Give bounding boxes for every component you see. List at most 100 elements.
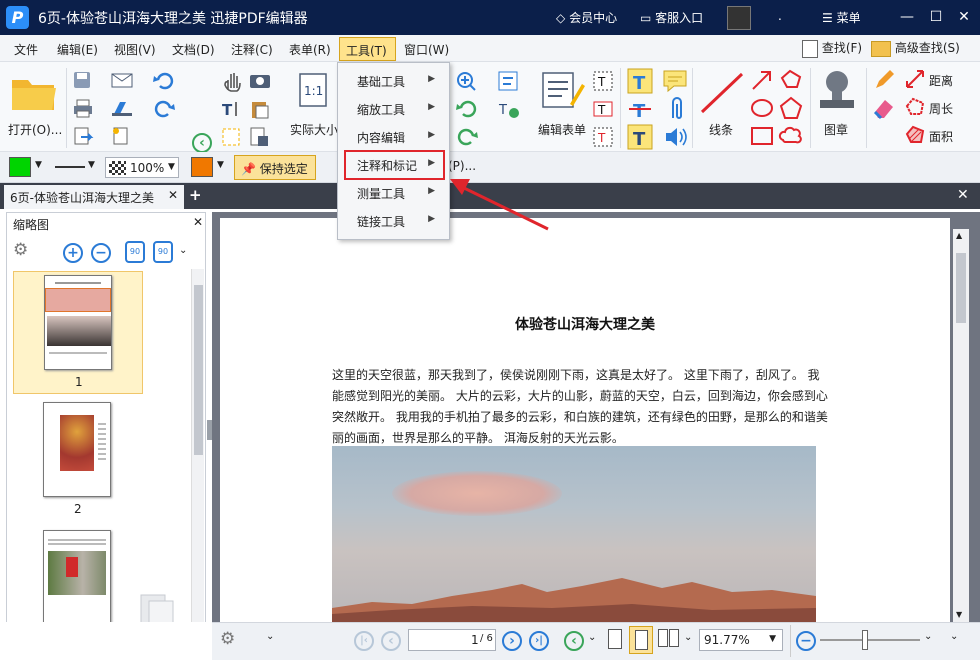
paste-icon[interactable]: [248, 98, 272, 120]
chevron-down-icon[interactable]: ⌄: [179, 245, 187, 256]
rotate-left-90-icon[interactable]: 90: [125, 241, 145, 263]
chevron-down-icon[interactable]: ⌄: [924, 631, 932, 642]
pencil-icon[interactable]: [872, 68, 896, 92]
customer-service-link[interactable]: ▭ 客服入口: [640, 9, 703, 26]
rotate-left-icon[interactable]: [455, 98, 479, 120]
continuous-page-button[interactable]: [629, 626, 653, 654]
dropdown-item-basic-tools[interactable]: 基础工具 ▶: [338, 67, 449, 95]
chevron-down-icon[interactable]: ⌄: [950, 631, 958, 642]
scrollbar-thumb[interactable]: [194, 285, 203, 455]
first-page-icon[interactable]: |‹: [354, 631, 374, 651]
form-add-icon[interactable]: T: [497, 98, 521, 120]
rotate-right-icon[interactable]: [455, 126, 479, 148]
thumbnail-page-1[interactable]: 1: [13, 271, 143, 394]
typewriter-icon[interactable]: T: [627, 68, 653, 94]
zoom-in-thumb-icon[interactable]: +: [63, 243, 83, 263]
form-field-icon[interactable]: [497, 70, 521, 92]
chevron-down-icon[interactable]: ⌄: [684, 632, 692, 643]
text-highlight-icon[interactable]: T: [627, 124, 653, 150]
cloud-tool-icon[interactable]: [778, 124, 804, 148]
scrollbar-thumb[interactable]: [956, 253, 966, 323]
zoom-out-thumb-icon[interactable]: −: [91, 243, 111, 263]
redo-icon[interactable]: [152, 98, 176, 118]
email-icon[interactable]: [110, 70, 134, 90]
minimize-button[interactable]: —: [896, 6, 918, 28]
menu-document[interactable]: 文档(D): [172, 41, 215, 58]
zoom-in-icon[interactable]: [455, 70, 479, 92]
scroll-up-icon[interactable]: ▲: [956, 231, 962, 240]
chevron-down-icon[interactable]: ⌄: [588, 632, 596, 643]
find-button[interactable]: 查找(F): [802, 39, 862, 58]
scan-icon[interactable]: [110, 98, 134, 118]
camera-icon[interactable]: [248, 70, 272, 90]
save-icon[interactable]: [72, 70, 92, 90]
zoom-slider-handle[interactable]: [862, 630, 868, 650]
stroke-color-swatch[interactable]: [191, 157, 213, 177]
document-scrollbar[interactable]: ▲ ▼: [953, 229, 969, 622]
rotate-right-90-icon[interactable]: 90: [153, 241, 173, 263]
dropdown-item-link-tools[interactable]: 链接工具 ▶: [338, 207, 449, 235]
chevron-down-icon[interactable]: ▼: [217, 160, 224, 170]
next-page-icon[interactable]: ›: [502, 631, 522, 651]
prev-page-icon[interactable]: ‹: [381, 631, 401, 651]
thumbnail-page-2[interactable]: 2: [13, 399, 143, 522]
text-box-icon[interactable]: T: [592, 70, 616, 92]
menu-tools[interactable]: 工具(T): [339, 37, 396, 61]
zoom-out-icon[interactable]: −: [796, 631, 816, 651]
text-field-icon[interactable]: T: [592, 98, 616, 120]
sticky-note-icon[interactable]: [662, 68, 688, 94]
close-all-tabs-button[interactable]: ✕: [957, 187, 969, 203]
page-tools-icon[interactable]: [248, 126, 272, 148]
advanced-find-button[interactable]: 高级查找(S): [871, 39, 960, 57]
main-menu-button[interactable]: ☰ 菜单: [822, 9, 861, 26]
single-page-icon[interactable]: [608, 629, 622, 649]
sidebar-scrollbar[interactable]: [191, 269, 204, 659]
settings-gear-icon[interactable]: ⚙: [13, 240, 28, 260]
hand-tool-icon[interactable]: [222, 70, 244, 92]
nav-back-icon[interactable]: ‹: [564, 631, 584, 651]
export-icon[interactable]: [72, 126, 94, 146]
facing-page-icon[interactable]: [658, 629, 680, 649]
sound-icon[interactable]: [662, 124, 688, 150]
opacity-select[interactable]: 100% ▼: [105, 157, 179, 178]
chevron-down-icon[interactable]: ⌄: [266, 631, 274, 642]
fill-color-swatch[interactable]: [9, 157, 31, 177]
menu-comment[interactable]: 注释(C): [231, 41, 273, 58]
attachment-icon[interactable]: [665, 96, 687, 122]
dropdown-item-content-edit[interactable]: 内容编辑 ▶: [338, 123, 449, 151]
dropdown-item-zoom-tools[interactable]: 缩放工具 ▶: [338, 95, 449, 123]
eraser-icon[interactable]: [872, 96, 896, 120]
select-area-icon[interactable]: [220, 126, 244, 148]
rectangle-tool-icon[interactable]: [750, 124, 774, 148]
settings-gear-icon[interactable]: ⚙: [220, 629, 235, 649]
page-number-input[interactable]: 1 / 6: [408, 629, 496, 651]
menu-file[interactable]: 文件: [14, 41, 38, 58]
close-icon[interactable]: ✕: [168, 188, 178, 202]
last-page-icon[interactable]: ›|: [529, 631, 549, 651]
text-select-icon[interactable]: T: [220, 98, 246, 120]
menu-view[interactable]: 视图(V): [114, 41, 156, 58]
zoom-slider-track[interactable]: [820, 639, 920, 641]
text-callout-icon[interactable]: T: [592, 126, 616, 148]
dropdown-item-measure-tools[interactable]: 测量工具 ▶: [338, 179, 449, 207]
pentagon-tool-icon[interactable]: [778, 96, 804, 120]
menu-form[interactable]: 表单(R): [289, 41, 331, 58]
undo-icon[interactable]: [152, 70, 176, 90]
menu-window[interactable]: 窗口(W): [404, 41, 449, 58]
new-tab-button[interactable]: +: [189, 186, 202, 204]
avatar[interactable]: [727, 6, 751, 30]
polygon-tool-icon[interactable]: [778, 68, 804, 92]
line-style-icon[interactable]: [55, 166, 85, 168]
document-tab[interactable]: 6页-体验苍山洱海大理之美 ✕: [4, 185, 184, 209]
scroll-down-icon[interactable]: ▼: [956, 610, 962, 619]
keep-selected-button[interactable]: 📌 保持选定: [234, 155, 316, 180]
vip-center-link[interactable]: ◇ 会员中心: [556, 9, 617, 26]
zoom-select[interactable]: 91.77% ▼: [699, 629, 783, 651]
close-icon[interactable]: ✕: [193, 215, 203, 229]
chevron-down-icon[interactable]: ▼: [35, 160, 42, 170]
print-icon[interactable]: [72, 98, 94, 118]
strikeout-icon[interactable]: T: [627, 96, 653, 122]
chevron-down-icon[interactable]: ▼: [88, 160, 95, 170]
maximize-button[interactable]: ☐: [925, 6, 947, 28]
new-doc-icon[interactable]: [110, 126, 134, 146]
